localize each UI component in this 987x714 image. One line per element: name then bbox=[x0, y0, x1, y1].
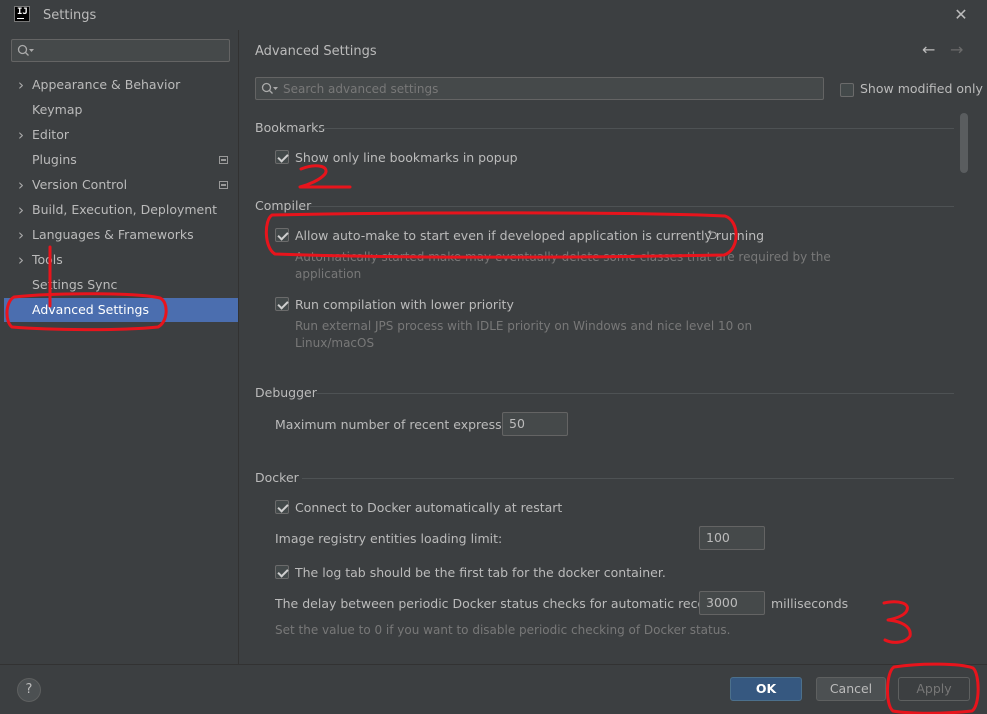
auto-make-checkbox[interactable] bbox=[275, 228, 289, 242]
chevron-right-icon[interactable]: › bbox=[18, 198, 28, 222]
project-level-icon bbox=[219, 156, 228, 164]
forward-arrow-icon[interactable]: → bbox=[950, 40, 963, 59]
sidebar-search-input[interactable] bbox=[11, 39, 230, 62]
sidebar-item-label: Editor bbox=[32, 127, 69, 142]
project-level-icon bbox=[219, 181, 228, 189]
line-bookmarks-checkbox[interactable] bbox=[275, 150, 289, 164]
page-title: Advanced Settings bbox=[255, 44, 377, 59]
cancel-button[interactable]: Cancel bbox=[816, 677, 886, 701]
chevron-right-icon[interactable]: › bbox=[18, 223, 28, 247]
auto-make-description: Automatically started make may eventuall… bbox=[295, 249, 831, 283]
sidebar-item-label: Advanced Settings bbox=[32, 302, 149, 317]
line-bookmarks-label: Show only line bookmarks in popup bbox=[295, 150, 518, 165]
sidebar-item-label: Plugins bbox=[32, 152, 77, 167]
docker-delay-description: Set the value to 0 if you want to disabl… bbox=[275, 623, 731, 637]
sidebar-item-label: Keymap bbox=[32, 102, 83, 117]
auto-make-label: Allow auto-make to start even if develop… bbox=[295, 228, 765, 243]
reset-to-default-icon[interactable]: ⮌ bbox=[707, 226, 717, 248]
advanced-search-input[interactable] bbox=[283, 80, 813, 97]
back-arrow-icon[interactable]: ← bbox=[922, 40, 935, 59]
advanced-search-field[interactable] bbox=[255, 77, 824, 100]
intellij-logo-icon: IJ bbox=[14, 6, 30, 22]
docker-delay-field[interactable]: 3000 bbox=[699, 591, 765, 615]
description-line: Run external JPS process with IDLE prior… bbox=[295, 319, 753, 333]
search-icon bbox=[261, 82, 278, 94]
docker-delay-label: The delay between periodic Docker status… bbox=[275, 596, 764, 611]
low-priority-description: Run external JPS process with IDLE prior… bbox=[295, 318, 752, 352]
registry-limit-label: Image registry entities loading limit: bbox=[275, 531, 503, 546]
docker-delay-unit: milliseconds bbox=[771, 596, 849, 611]
title-bar: IJ Settings ✕ bbox=[0, 0, 987, 30]
chevron-right-icon[interactable]: › bbox=[18, 73, 28, 97]
log-tab-first-checkbox[interactable] bbox=[275, 565, 289, 579]
docker-auto-connect-label: Connect to Docker automatically at resta… bbox=[295, 500, 563, 515]
show-modified-checkbox[interactable] bbox=[840, 81, 854, 97]
low-priority-checkbox[interactable] bbox=[275, 297, 289, 311]
sidebar-item-label: Languages & Frameworks bbox=[32, 227, 194, 242]
sidebar-item-editor[interactable]: › Editor bbox=[4, 123, 238, 147]
show-modified-label: Show modified only bbox=[860, 81, 983, 96]
sidebar-item-label: Tools bbox=[32, 252, 63, 267]
section-divider bbox=[320, 128, 954, 129]
log-tab-first-label: The log tab should be the first tab for … bbox=[295, 565, 666, 580]
recent-expressions-field[interactable]: 50 bbox=[502, 412, 568, 436]
section-bookmarks-heading: Bookmarks bbox=[255, 120, 325, 135]
close-icon[interactable]: ✕ bbox=[950, 4, 972, 26]
section-divider bbox=[316, 393, 954, 394]
recent-expressions-label: Maximum number of recent expressions: bbox=[275, 417, 532, 432]
registry-limit-field[interactable]: 100 bbox=[699, 526, 765, 550]
description-line: Automatically started make may eventuall… bbox=[295, 250, 831, 264]
search-icon bbox=[17, 44, 34, 56]
sidebar-item-tools[interactable]: › Tools bbox=[4, 248, 238, 272]
section-debugger-heading: Debugger bbox=[255, 385, 317, 400]
section-divider bbox=[302, 478, 954, 479]
sidebar-item-appearance-behavior[interactable]: › Appearance & Behavior bbox=[4, 73, 238, 97]
help-button[interactable]: ? bbox=[17, 678, 41, 702]
window-title: Settings bbox=[43, 8, 97, 23]
chevron-right-icon[interactable]: › bbox=[18, 248, 28, 272]
sidebar-item-plugins[interactable]: Plugins bbox=[4, 148, 238, 172]
section-compiler-heading: Compiler bbox=[255, 198, 312, 213]
checkbox-box[interactable] bbox=[840, 82, 854, 97]
sidebar-item-build-execution-deployment[interactable]: › Build, Execution, Deployment bbox=[4, 198, 238, 222]
description-line: application bbox=[295, 267, 362, 281]
sidebar-item-label: Version Control bbox=[32, 177, 128, 192]
sidebar-item-keymap[interactable]: Keymap bbox=[4, 98, 238, 122]
sidebar-item-label: Appearance & Behavior bbox=[32, 77, 181, 92]
vertical-scrollbar[interactable] bbox=[960, 113, 968, 173]
section-divider bbox=[310, 206, 954, 207]
chevron-right-icon[interactable]: › bbox=[18, 173, 28, 197]
apply-button[interactable]: Apply bbox=[898, 677, 970, 701]
sidebar-item-label: Build, Execution, Deployment bbox=[32, 202, 218, 217]
sidebar-item-advanced-settings[interactable]: Advanced Settings bbox=[4, 298, 238, 322]
section-docker-heading: Docker bbox=[255, 470, 299, 485]
sidebar-item-settings-sync[interactable]: Settings Sync bbox=[4, 273, 238, 297]
sidebar-item-label: Settings Sync bbox=[32, 277, 118, 292]
chevron-right-icon[interactable]: › bbox=[18, 123, 28, 147]
low-priority-label: Run compilation with lower priority bbox=[295, 297, 514, 312]
ok-button[interactable]: OK bbox=[730, 677, 802, 701]
sidebar-item-languages-frameworks[interactable]: › Languages & Frameworks bbox=[4, 223, 238, 247]
description-line: Linux/macOS bbox=[295, 336, 375, 350]
sidebar-item-version-control[interactable]: › Version Control bbox=[4, 173, 238, 197]
docker-auto-connect-checkbox[interactable] bbox=[275, 500, 289, 514]
